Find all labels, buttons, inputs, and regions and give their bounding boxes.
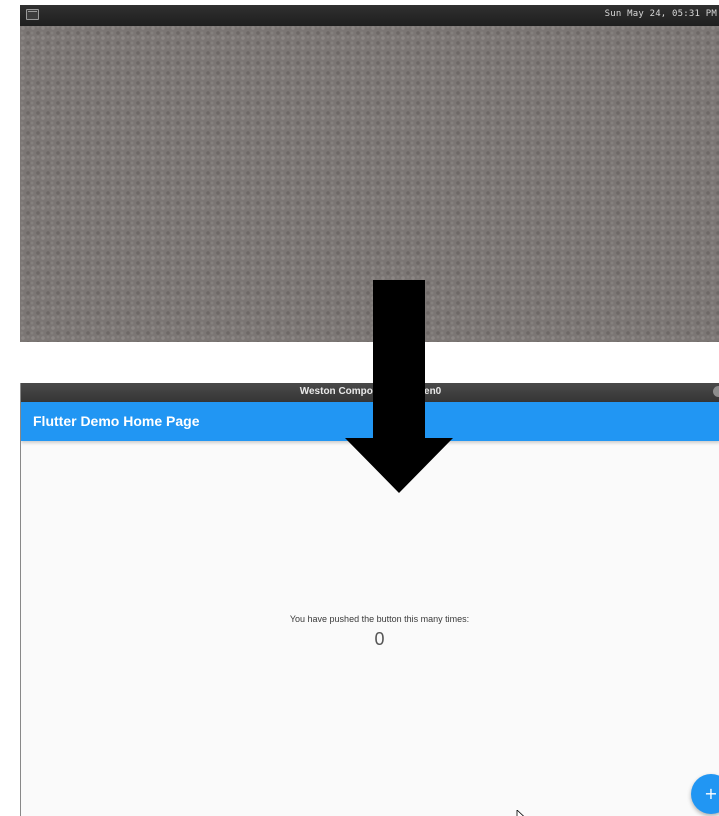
app-bar-title: Flutter Demo Home Page (33, 413, 200, 429)
terminal-icon[interactable] (26, 9, 39, 20)
counter-value: 0 (374, 629, 385, 649)
panel-clock: Sun May 24, 05:31 PM (604, 9, 717, 19)
down-arrow-icon (345, 280, 453, 493)
counter-caption: You have pushed the button this many tim… (289, 614, 470, 624)
increment-button[interactable]: + (691, 774, 719, 814)
screenshot-canvas: Sun May 24, 05:31 PM Weston Compositor -… (0, 0, 719, 816)
weston-panel: Sun May 24, 05:31 PM (20, 5, 719, 26)
plus-icon: + (704, 784, 718, 803)
mouse-cursor-icon (516, 810, 525, 816)
close-icon[interactable] (713, 386, 719, 397)
